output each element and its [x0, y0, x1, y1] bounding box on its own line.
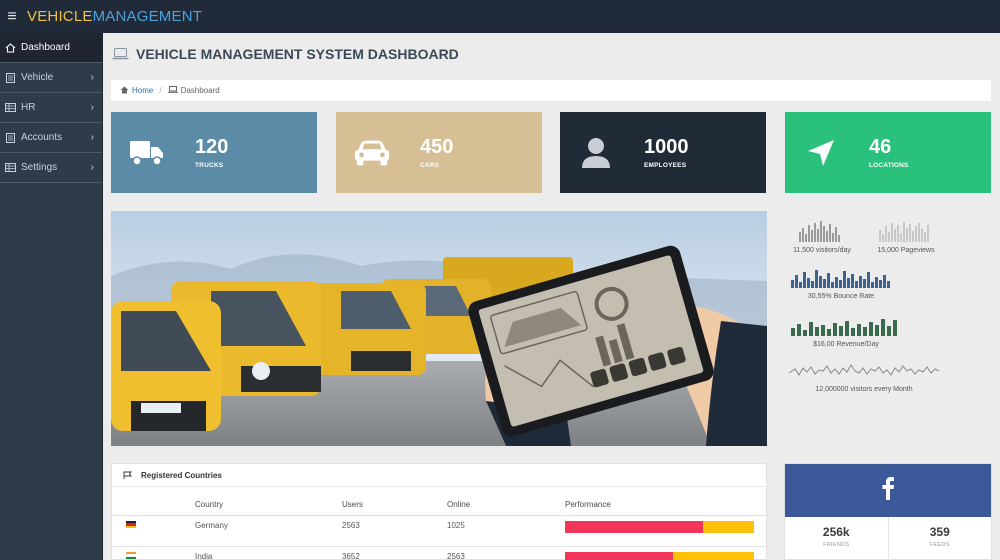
tile-value: 46: [869, 135, 892, 158]
user-icon: [577, 134, 615, 172]
menu-icon[interactable]: ≡: [0, 0, 24, 33]
table-header: Country Users Online Performance: [112, 500, 768, 516]
stat-value: 359: [929, 525, 950, 539]
home-icon: [120, 86, 129, 96]
chevron-right-icon: ›: [90, 72, 94, 83]
facebook-header: [785, 464, 991, 517]
main-content: VEHICLE MANAGEMENT SYSTEM DASHBOARD Home…: [103, 33, 1000, 560]
brand-part-2: MANAGEMENT: [92, 8, 203, 25]
tile-value: 450: [420, 135, 454, 158]
home-icon: [3, 42, 17, 53]
sidebar-item-settings[interactable]: Settings ›: [0, 153, 102, 183]
tile-value: 120: [195, 135, 229, 158]
germany-flag-icon: [126, 521, 136, 528]
stat-tile-cars[interactable]: 450 CARS: [336, 112, 542, 193]
stat-tile-locations[interactable]: 46 LOCATIONS: [785, 112, 991, 193]
sidebar-item-hr[interactable]: HR ›: [0, 93, 102, 123]
car-icon: [353, 134, 391, 172]
chevron-right-icon: ›: [90, 102, 94, 113]
sparkline-label: 30,55% Bounce Rate: [807, 293, 875, 300]
sparkline-pageviews: 15,000 Pageviews: [871, 220, 941, 254]
sparkline-label: 15,000 Pageviews: [877, 247, 935, 254]
users-cell: 2563: [342, 521, 360, 530]
panel-title: Registered Countries: [141, 470, 222, 480]
column-header-users: Users: [342, 500, 363, 509]
sparkline-label: 12,000000 visitors every Month: [815, 386, 913, 393]
sparkline-monthly-visitors: 12,000000 visitors every Month: [788, 359, 940, 393]
stat-tile-employees[interactable]: 1000 EMPLOYEES: [560, 112, 766, 193]
facebook-friends-stat: 256k FRIENDS: [785, 517, 888, 560]
flag-icon: [123, 471, 132, 479]
column-header-online: Online: [447, 500, 471, 509]
facebook-icon: [881, 476, 895, 505]
column-header-country: Country: [195, 500, 224, 509]
document-icon: [3, 72, 17, 83]
top-navbar: ≡ VEHICLEMANAGEMENT: [0, 0, 1000, 33]
tile-label: TRUCKS: [195, 161, 224, 169]
sparkline-visitors: 11,500 visitors/day: [789, 220, 855, 254]
facebook-feeds-stat: 359 FEEDS: [887, 517, 992, 560]
table-row[interactable]: India 3652 2563: [112, 548, 768, 560]
registered-countries-panel: Registered Countries Country Users Onlin…: [111, 463, 768, 560]
online-cell: 1025: [447, 521, 465, 530]
sparkline-revenue: $16,00 Revenue/Day: [789, 314, 903, 348]
facebook-widget[interactable]: 256k FRIENDS 359 FEEDS: [784, 463, 992, 560]
sparkline-label: $16,00 Revenue/Day: [813, 341, 879, 348]
brand-part-1: VEHICLE: [27, 8, 93, 25]
breadcrumb-separator: /: [159, 86, 162, 95]
tile-label: LOCATIONS: [869, 161, 909, 169]
stat-tile-trucks[interactable]: 120 TRUCKS: [111, 112, 317, 193]
laptop-icon: [167, 86, 178, 95]
sidebar-item-dashboard[interactable]: Dashboard: [0, 33, 102, 63]
country-cell: Germany: [195, 521, 228, 530]
document-icon: [3, 132, 17, 143]
sidebar-item-label: Vehicle: [21, 72, 54, 83]
brand-logo[interactable]: VEHICLEMANAGEMENT: [27, 8, 202, 25]
location-arrow-icon: [802, 134, 840, 172]
table-icon: [3, 163, 17, 172]
performance-bar: [565, 521, 754, 533]
tile-label: EMPLOYEES: [644, 161, 687, 169]
sidebar-item-accounts[interactable]: Accounts ›: [0, 123, 102, 153]
breadcrumb-current: Dashboard: [180, 86, 220, 95]
country-cell: India: [195, 552, 213, 560]
stat-label: FRIENDS: [823, 542, 850, 548]
sidebar: Dashboard Vehicle › HR › Accounts › Sett…: [0, 33, 103, 560]
online-cell: 2563: [447, 552, 465, 560]
sparkline-label: 11,500 visitors/day: [793, 247, 851, 254]
chevron-right-icon: ›: [90, 132, 94, 143]
hero-image: [111, 211, 767, 446]
sidebar-item-label: HR: [21, 102, 36, 113]
tile-value: 1000: [644, 135, 689, 158]
laptop-icon: [112, 48, 129, 60]
truck-icon: [128, 134, 166, 172]
india-flag-icon: [126, 552, 136, 559]
table-row[interactable]: Germany 2563 1025: [112, 517, 768, 547]
stat-label: FEEDS: [929, 542, 950, 548]
sidebar-item-label: Accounts: [21, 132, 63, 143]
users-cell: 3652: [342, 552, 360, 560]
stat-value: 256k: [822, 525, 850, 539]
sidebar-item-label: Dashboard: [21, 42, 70, 53]
table-icon: [3, 103, 17, 112]
sidebar-item-vehicle[interactable]: Vehicle ›: [0, 63, 102, 93]
tile-label: CARS: [420, 161, 440, 169]
column-header-performance: Performance: [565, 500, 611, 509]
page-title-text: VEHICLE MANAGEMENT SYSTEM DASHBOARD: [136, 46, 459, 62]
chevron-right-icon: ›: [90, 162, 94, 173]
performance-bar: [565, 552, 754, 560]
sparkline-bounce-rate: 30,55% Bounce Rate: [789, 266, 893, 300]
sidebar-item-label: Settings: [21, 162, 58, 173]
panel-header: Registered Countries: [112, 464, 766, 487]
page-title: VEHICLE MANAGEMENT SYSTEM DASHBOARD: [112, 46, 459, 62]
breadcrumb: Home / Dashboard: [111, 80, 991, 101]
breadcrumb-home-link[interactable]: Home: [132, 86, 153, 95]
